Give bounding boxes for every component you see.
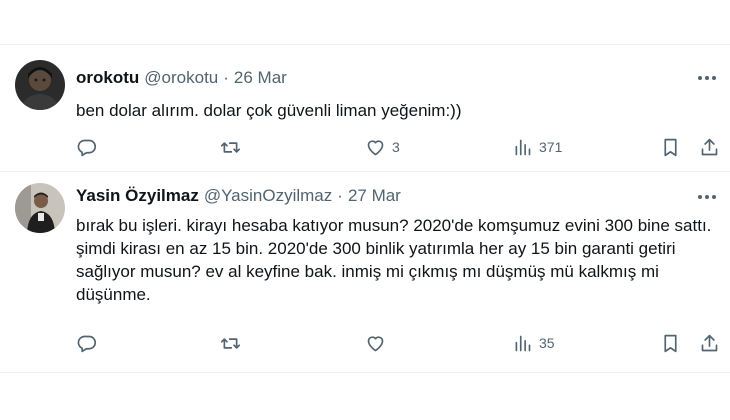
user-handle[interactable]: @YasinOzyilmaz (204, 186, 332, 206)
display-name[interactable]: Yasin Özyilmaz (76, 186, 199, 206)
tweet-text: bırak bu işleri. kirayı hesaba katıyor m… (76, 216, 712, 304)
tweet-date[interactable]: 26 Mar (234, 68, 287, 88)
share-icon (701, 334, 718, 351)
avatar[interactable] (15, 60, 65, 110)
share-icon (701, 138, 718, 155)
tweet-date[interactable]: 27 Mar (348, 186, 401, 206)
more-horizontal-icon (698, 195, 716, 199)
views-icon (515, 139, 531, 155)
views-button[interactable]: 35 (512, 329, 555, 357)
retweet-icon (220, 337, 241, 349)
avatar[interactable] (15, 183, 65, 233)
display-name[interactable]: orokotu (76, 68, 139, 88)
bookmark-button[interactable] (660, 133, 681, 161)
tweet-header: Yasin Özyilmaz @YasinOzyilmaz · 27 Mar (76, 185, 401, 207)
retweet-button[interactable] (220, 329, 247, 357)
more-options-button[interactable] (694, 65, 720, 91)
reply-button[interactable] (76, 133, 103, 161)
bookmark-button[interactable] (660, 329, 681, 357)
reply-icon (77, 139, 97, 156)
tweet-header: orokotu @orokotu · 26 Mar (76, 67, 287, 89)
more-options-button[interactable] (694, 184, 720, 210)
tweet-actions: 35 (74, 329, 724, 357)
tweet[interactable]: Yasin Özyilmaz @YasinOzyilmaz · 27 Mar b… (0, 172, 730, 373)
views-count: 35 (539, 335, 555, 351)
like-button[interactable] (365, 329, 392, 357)
tweet-text: ben dolar alırım. dolar çok güvenli lima… (76, 101, 462, 120)
reply-icon (77, 335, 97, 352)
tweet[interactable]: orokotu @orokotu · 26 Mar ben dolar alır… (0, 45, 730, 172)
like-count: 3 (392, 139, 400, 155)
tweet-feed: orokotu @orokotu · 26 Mar ben dolar alır… (0, 0, 730, 420)
views-count: 371 (539, 139, 563, 155)
separator: · (337, 186, 343, 205)
retweet-button[interactable] (220, 133, 247, 161)
bookmark-icon (664, 334, 677, 352)
heart-icon (367, 335, 384, 351)
views-button[interactable]: 371 (512, 133, 562, 161)
retweet-icon (220, 141, 241, 153)
user-handle[interactable]: @orokotu (144, 68, 218, 88)
bookmark-icon (664, 138, 677, 156)
share-button[interactable] (699, 133, 720, 161)
share-button[interactable] (699, 329, 720, 357)
reply-button[interactable] (76, 329, 103, 357)
more-horizontal-icon (698, 76, 716, 80)
like-button[interactable]: 3 (365, 133, 400, 161)
tweet-actions: 3 371 (74, 133, 724, 161)
heart-icon (367, 139, 384, 155)
views-icon (515, 335, 531, 351)
separator: · (223, 68, 229, 87)
